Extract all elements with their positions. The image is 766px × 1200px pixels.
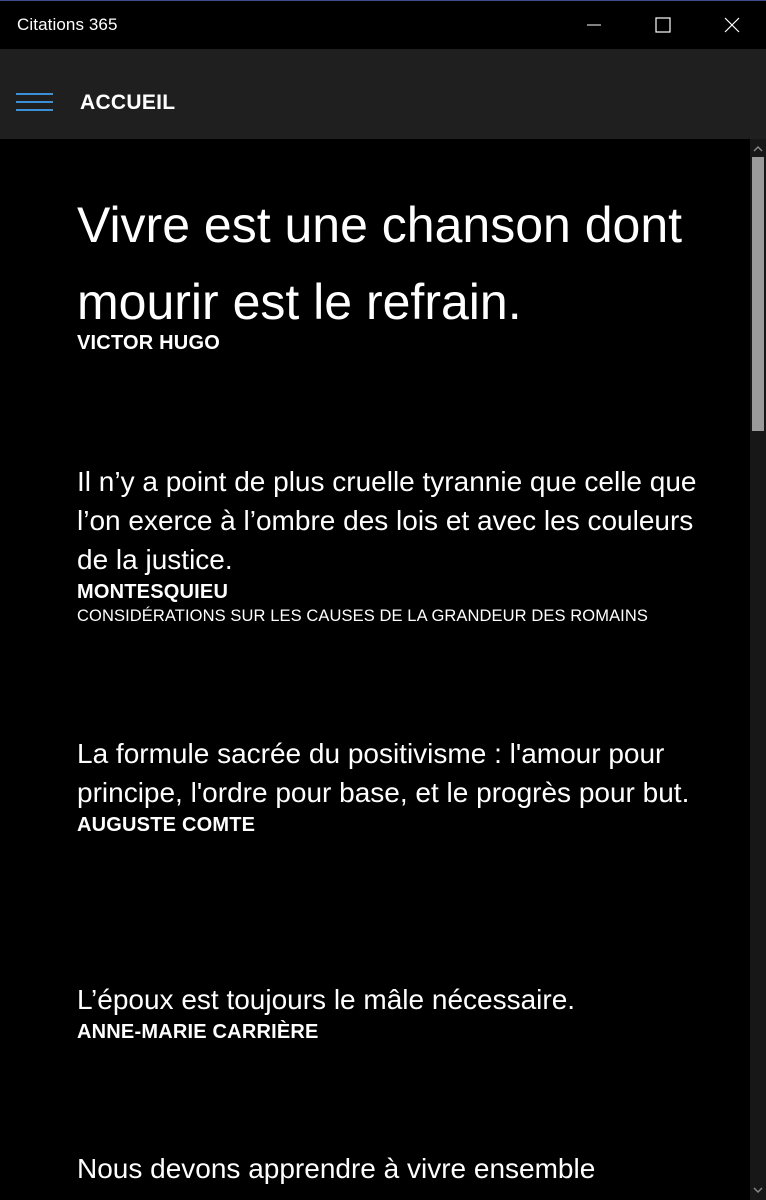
quote-text: L’époux est toujours le mâle nécessaire. (77, 984, 576, 1015)
app-header: ACCUEIL (0, 49, 766, 139)
quote-card[interactable]: L’époux est toujours le mâle nécessaire.… (77, 980, 717, 1044)
maximize-icon (655, 17, 671, 33)
scroll-up-arrow-icon[interactable] (750, 141, 766, 157)
close-button[interactable] (698, 1, 766, 49)
quote-card[interactable]: Vivre est une chanson dont mourir est le… (77, 187, 717, 355)
quote-source: CONSIDÉRATIONS SUR LES CAUSES DE LA GRAN… (77, 607, 648, 625)
quote-card[interactable]: Il n’y a point de plus cruelle tyrannie … (77, 462, 717, 626)
quote-card[interactable]: Nous devons apprendre à vivre ensemble (77, 1149, 717, 1188)
quote-author: ANNE-MARIE CARRIÈRE (77, 1021, 319, 1043)
title-bar[interactable]: Citations 365 (0, 0, 766, 49)
minimize-button[interactable] (560, 1, 628, 49)
quote-author: MONTESQUIEU (77, 581, 229, 603)
quote-text: Vivre est une chanson dont mourir est le… (77, 197, 683, 330)
quote-text: Nous devons apprendre à vivre ensemble (77, 1153, 596, 1184)
quotes-list[interactable]: Vivre est une chanson dont mourir est le… (0, 139, 750, 1200)
quote-author: AUGUSTE COMTE (77, 814, 256, 836)
app-title: Citations 365 (17, 15, 118, 34)
quote-card[interactable]: La formule sacrée du positivisme : l'amo… (77, 734, 717, 837)
quote-text: La formule sacrée du positivisme : l'amo… (77, 738, 690, 808)
hamburger-menu-icon[interactable] (16, 91, 54, 115)
close-icon (724, 17, 740, 33)
quote-text: Il n’y a point de plus cruelle tyrannie … (77, 466, 697, 575)
minimize-icon (587, 24, 601, 26)
maximize-button[interactable] (629, 1, 697, 49)
page-title: ACCUEIL (80, 91, 176, 114)
vertical-scrollbar[interactable] (750, 139, 766, 1200)
scroll-down-arrow-icon[interactable] (750, 1182, 766, 1198)
app-window: Citations 365 ACCUEIL Vivre est une chan… (0, 0, 766, 1200)
scroll-thumb[interactable] (752, 157, 764, 431)
